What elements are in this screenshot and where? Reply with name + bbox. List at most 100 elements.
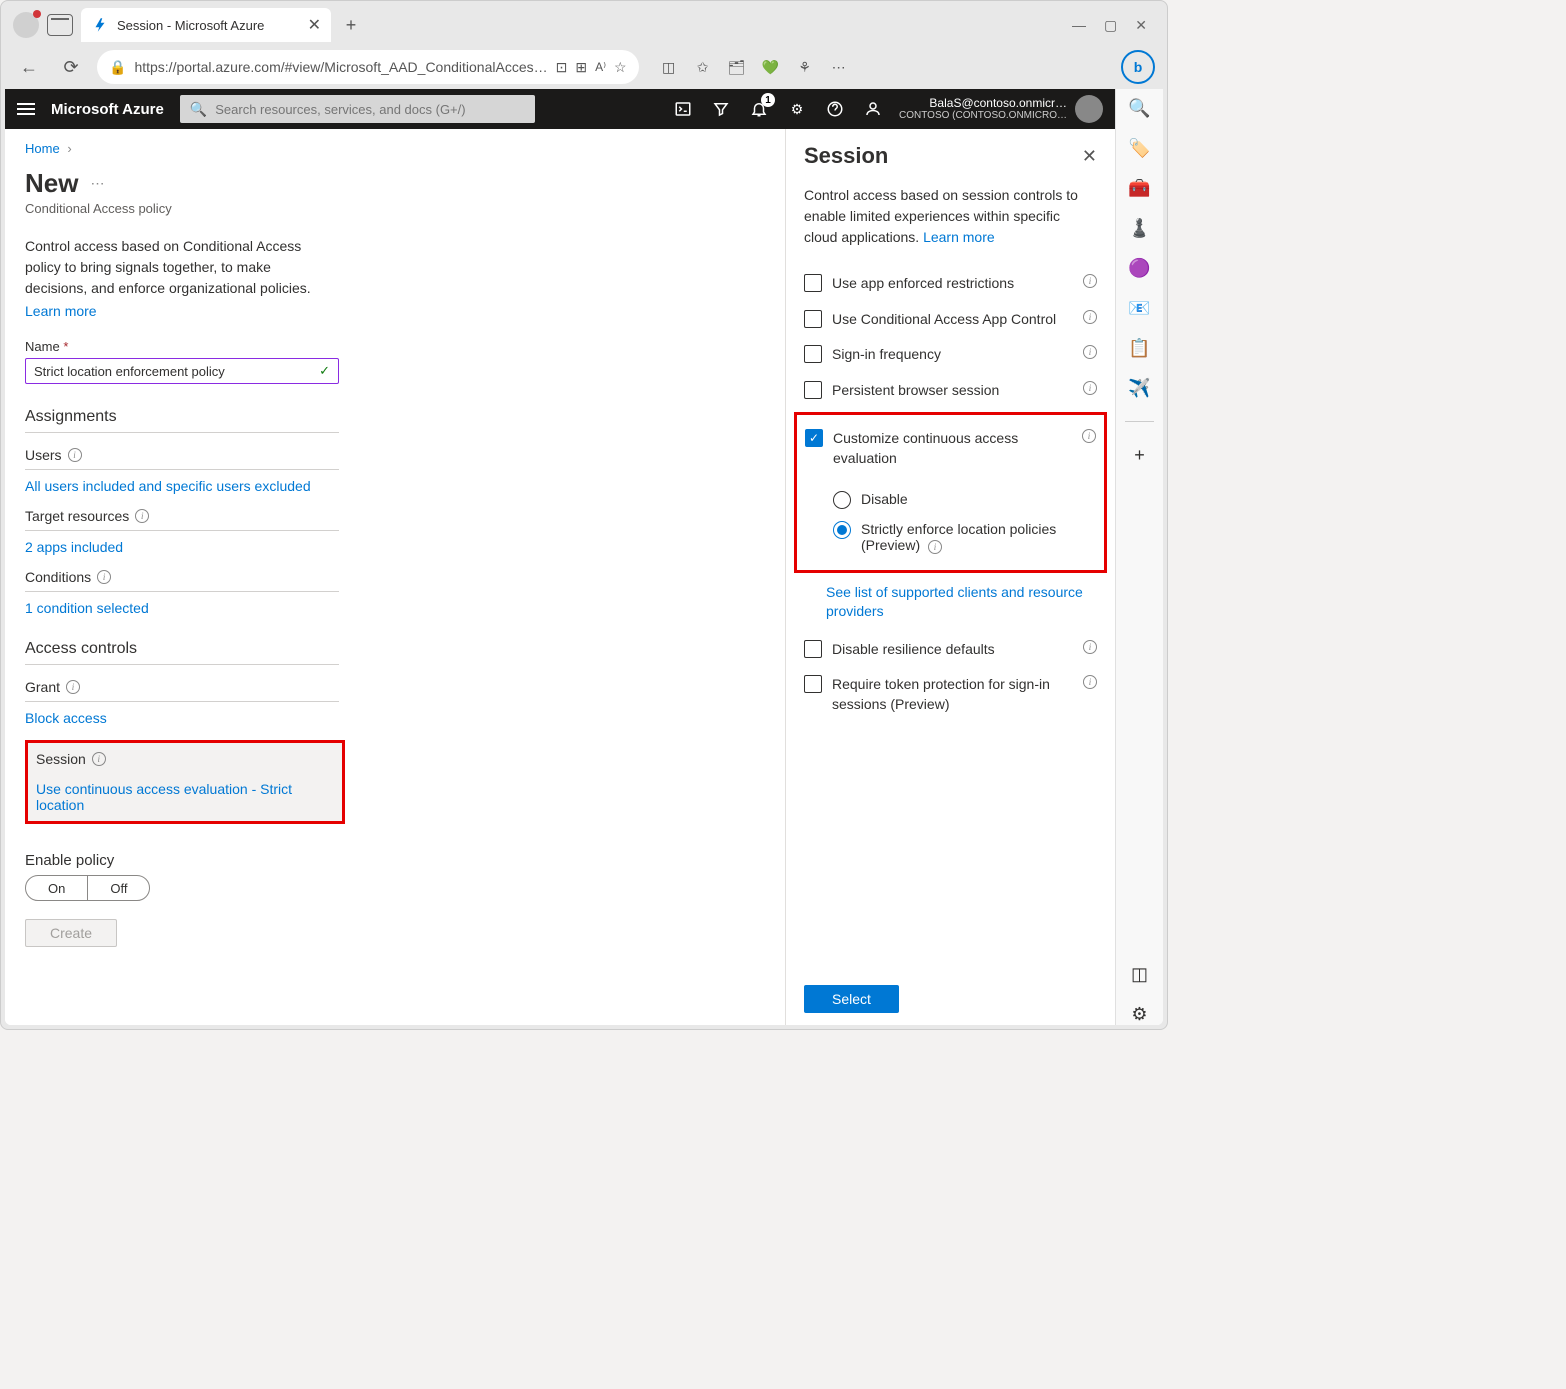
target-resources-item[interactable]: Target resources i 2 apps included: [25, 508, 339, 555]
read-aloud-icon[interactable]: A⁾: [595, 60, 606, 74]
checkbox[interactable]: [804, 345, 822, 363]
close-panel-icon[interactable]: ✕: [1082, 146, 1097, 167]
minimize-icon[interactable]: —: [1072, 17, 1086, 34]
more-icon[interactable]: ⋯: [829, 57, 849, 77]
breadcrumb-home[interactable]: Home: [25, 141, 60, 156]
cloud-shell-icon[interactable]: [673, 99, 693, 119]
menu-icon[interactable]: [17, 103, 35, 115]
office-icon[interactable]: 🟣: [1129, 257, 1151, 279]
toggle-off[interactable]: Off: [88, 876, 149, 900]
settings-icon[interactable]: ⚙: [787, 99, 807, 119]
feedback-icon[interactable]: [863, 99, 883, 119]
session-panel: Session ✕ Control access based on sessio…: [785, 129, 1115, 1025]
share-icon[interactable]: ⚘: [795, 57, 815, 77]
sidebar-settings-icon[interactable]: ⚙: [1129, 1003, 1151, 1025]
browser-profile-icon[interactable]: [13, 12, 39, 38]
session-value[interactable]: Use continuous access evaluation - Stric…: [36, 781, 334, 813]
app-mode-icon[interactable]: ⊡: [556, 59, 568, 76]
url-input[interactable]: 🔒 https://portal.azure.com/#view/Microso…: [97, 50, 639, 84]
info-icon[interactable]: i: [66, 680, 80, 694]
users-value[interactable]: All users included and specific users ex…: [25, 478, 339, 494]
info-icon[interactable]: i: [135, 509, 149, 523]
check-ca-app-control[interactable]: Use Conditional Access App Control i: [804, 302, 1097, 338]
panel-learn-more[interactable]: Learn more: [923, 229, 995, 245]
user-info[interactable]: BalaS@contoso.onmicr… CONTOSO (CONTOSO.O…: [899, 95, 1103, 123]
select-button[interactable]: Select: [804, 985, 899, 1013]
new-tab-button[interactable]: +: [337, 11, 365, 39]
split-screen-icon[interactable]: ◫: [659, 57, 679, 77]
checkbox[interactable]: [804, 640, 822, 658]
radio-strict[interactable]: Strictly enforce location policies (Prev…: [833, 515, 1096, 560]
radio-selected[interactable]: [833, 521, 851, 539]
supported-clients-link[interactable]: See list of supported clients and resour…: [826, 583, 1097, 622]
conditions-item[interactable]: Conditions i 1 condition selected: [25, 569, 339, 616]
back-button[interactable]: ←: [13, 51, 45, 83]
checkbox[interactable]: [804, 310, 822, 328]
collections-icon[interactable]: 🗂: [727, 57, 747, 77]
check-token-protection[interactable]: Require token protection for sign-in ses…: [804, 667, 1097, 722]
refresh-button[interactable]: ⟳: [55, 51, 87, 83]
games-icon[interactable]: ♟️: [1129, 217, 1151, 239]
help-icon[interactable]: [825, 99, 845, 119]
check-app-enforced[interactable]: Use app enforced restrictions i: [804, 266, 1097, 302]
performance-icon[interactable]: 💚: [761, 57, 781, 77]
users-item[interactable]: Users i All users included and specific …: [25, 447, 339, 494]
azure-search-input[interactable]: [215, 102, 525, 117]
radio[interactable]: [833, 491, 851, 509]
checkbox-checked[interactable]: ✓: [805, 429, 823, 447]
notifications-icon[interactable]: 1: [749, 99, 769, 119]
info-icon[interactable]: i: [97, 570, 111, 584]
checkbox[interactable]: [804, 381, 822, 399]
create-button[interactable]: Create: [25, 919, 117, 947]
hide-sidebar-icon[interactable]: ◫: [1129, 963, 1151, 985]
session-item-highlighted[interactable]: Session i Use continuous access evaluati…: [25, 740, 345, 824]
enable-policy-toggle[interactable]: On Off: [25, 875, 150, 901]
favorite-icon[interactable]: ☆: [614, 59, 627, 76]
drop-icon[interactable]: 📋: [1129, 337, 1151, 359]
grant-value[interactable]: Block access: [25, 710, 339, 726]
info-icon[interactable]: i: [1083, 310, 1097, 324]
outlook-icon[interactable]: 📧: [1129, 297, 1151, 319]
send-icon[interactable]: ✈️: [1129, 377, 1151, 399]
tools-icon[interactable]: 🧰: [1129, 177, 1151, 199]
favorites-icon[interactable]: ✩: [693, 57, 713, 77]
info-icon[interactable]: i: [1083, 345, 1097, 359]
workspaces-icon[interactable]: [47, 14, 73, 36]
maximize-icon[interactable]: ▢: [1104, 17, 1117, 34]
check-disable-resilience[interactable]: Disable resilience defaults i: [804, 632, 1097, 668]
info-icon[interactable]: i: [1082, 429, 1096, 443]
browser-tab[interactable]: Session - Microsoft Azure ✕: [81, 8, 331, 42]
info-icon[interactable]: i: [1083, 274, 1097, 288]
name-input[interactable]: Strict location enforcement policy ✓: [25, 358, 339, 384]
shopping-icon[interactable]: 🏷️: [1129, 137, 1151, 159]
info-icon[interactable]: i: [928, 540, 942, 554]
extensions-icon[interactable]: ⊞: [575, 59, 587, 76]
learn-more-link[interactable]: Learn more: [25, 303, 97, 319]
info-icon[interactable]: i: [68, 448, 82, 462]
checkbox[interactable]: [804, 675, 822, 693]
check-customize-cae[interactable]: ✓ Customize continuous access evaluation…: [805, 421, 1096, 476]
radio-disable[interactable]: Disable: [833, 485, 1096, 515]
check-icon: ✓: [319, 363, 330, 379]
toggle-on[interactable]: On: [26, 876, 88, 900]
azure-logo[interactable]: Microsoft Azure: [51, 101, 164, 118]
conditions-value[interactable]: 1 condition selected: [25, 600, 339, 616]
search-sidebar-icon[interactable]: 🔍: [1129, 97, 1151, 119]
info-icon[interactable]: i: [1083, 640, 1097, 654]
add-sidebar-icon[interactable]: +: [1129, 444, 1151, 466]
info-icon[interactable]: i: [1083, 381, 1097, 395]
check-signin-freq[interactable]: Sign-in frequency i: [804, 337, 1097, 373]
info-icon[interactable]: i: [1083, 675, 1097, 689]
checkbox[interactable]: [804, 274, 822, 292]
more-options-icon[interactable]: ⋯: [90, 175, 104, 192]
close-window-icon[interactable]: ✕: [1135, 17, 1147, 34]
bing-chat-icon[interactable]: b: [1121, 50, 1155, 84]
grant-item[interactable]: Grant i Block access: [25, 679, 339, 726]
filter-icon[interactable]: [711, 99, 731, 119]
info-icon[interactable]: i: [92, 752, 106, 766]
target-value[interactable]: 2 apps included: [25, 539, 339, 555]
name-value: Strict location enforcement policy: [34, 364, 225, 379]
check-persistent[interactable]: Persistent browser session i: [804, 373, 1097, 409]
close-tab-icon[interactable]: ✕: [308, 15, 321, 35]
azure-search[interactable]: 🔍: [180, 95, 535, 123]
